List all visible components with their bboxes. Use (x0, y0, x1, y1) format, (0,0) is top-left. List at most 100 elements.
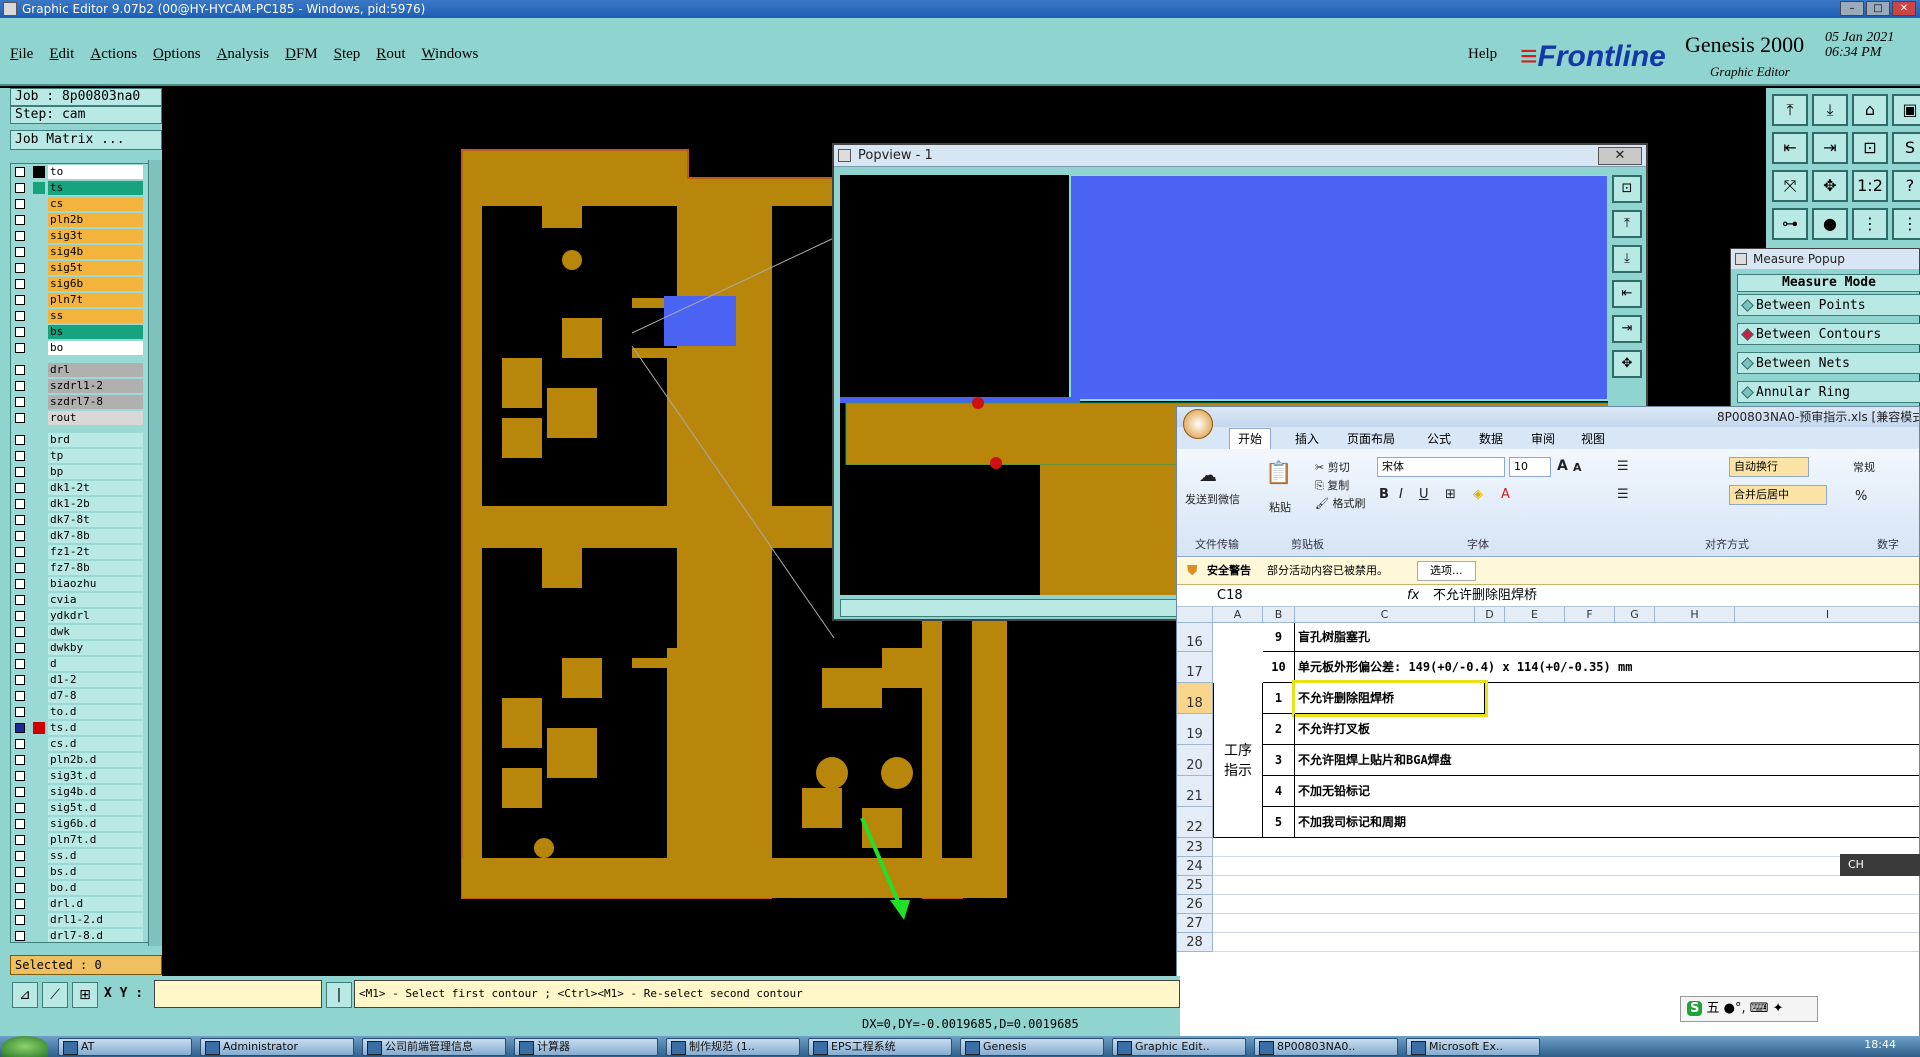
layer-row-cs.d[interactable]: cs.d (11, 736, 151, 752)
layer-row-pln7t.d[interactable]: pln7t.d (11, 832, 151, 848)
fx-icon[interactable]: fx (1407, 585, 1419, 607)
popview-zoom-icon[interactable]: ⊡ (1612, 175, 1642, 203)
layer-checkbox[interactable] (15, 279, 25, 289)
layer-checkbox[interactable] (15, 547, 25, 557)
column-header[interactable]: D (1475, 607, 1505, 623)
layer-checkbox[interactable] (15, 771, 25, 781)
row-header[interactable]: 17 (1177, 652, 1213, 683)
menu-actions[interactable]: Actions (90, 46, 137, 63)
snap-icon[interactable]: S (1892, 132, 1920, 164)
layer-checkbox[interactable] (15, 915, 25, 925)
layer-checkbox[interactable] (15, 563, 25, 573)
layer-row-rout[interactable]: rout (11, 410, 151, 426)
layer-checkbox[interactable] (15, 295, 25, 305)
cell-number[interactable]: 9 (1263, 623, 1295, 652)
zoom-fit-icon[interactable]: ⤧ (1772, 170, 1808, 202)
row-header[interactable]: 16 (1177, 623, 1213, 652)
empty-row[interactable] (1213, 857, 1919, 876)
cell-number[interactable]: 10 (1263, 652, 1295, 683)
tab-formulas[interactable]: 公式 (1427, 430, 1451, 447)
layer-checkbox[interactable] (15, 365, 25, 375)
tab-view[interactable]: 视图 (1581, 430, 1605, 447)
paste-button[interactable]: 粘贴 (1269, 499, 1291, 515)
layer-checkbox[interactable] (15, 263, 25, 273)
menu-edit[interactable]: Edit (49, 46, 74, 63)
taskbar-item[interactable]: Microsoft Ex.. (1406, 1038, 1540, 1056)
taskbar-item[interactable]: 计算器 (514, 1038, 658, 1056)
column-header[interactable]: A (1213, 607, 1263, 623)
number-format-select[interactable]: 常规 (1853, 459, 1875, 475)
minimize-button[interactable]: – (1840, 1, 1864, 16)
layer-row-sig4b[interactable]: sig4b (11, 244, 151, 260)
menu-rout[interactable]: Rout (376, 46, 405, 63)
row-header[interactable]: 22 (1177, 807, 1213, 838)
row-header[interactable]: 19 (1177, 714, 1213, 745)
merged-label-cell[interactable]: 工序 指示 (1213, 683, 1263, 838)
layer-row-dk7-8t[interactable]: dk7-8t (11, 512, 151, 528)
popview-right-icon[interactable]: ⇥ (1612, 315, 1642, 343)
layer-row-ydkdrl[interactable]: ydkdrl (11, 608, 151, 624)
percent-icon[interactable]: % (1855, 489, 1867, 504)
help-icon[interactable]: ? (1892, 170, 1920, 202)
formula-input[interactable]: 不允许删除阻焊桥 (1433, 585, 1537, 607)
merge-center-button[interactable]: 合并后居中 (1729, 485, 1827, 505)
pan-icon[interactable]: ✥ (1812, 170, 1848, 202)
layer-row-ts[interactable]: ts (11, 180, 151, 196)
taskbar-item[interactable]: EPS工程系统 (808, 1038, 952, 1056)
fit-icon[interactable]: ⊡ (1852, 132, 1888, 164)
paste-icon[interactable]: 📋 (1265, 461, 1292, 486)
borders-icon[interactable]: ⊞ (1445, 487, 1456, 502)
measure-option-between-nets[interactable]: Between Nets (1737, 352, 1920, 374)
layer-checkbox[interactable] (15, 381, 25, 391)
shrink-font-button[interactable]: A (1573, 461, 1582, 474)
cell-text[interactable]: 不允许打叉板 (1295, 714, 1919, 745)
row-header[interactable]: 21 (1177, 776, 1213, 807)
layer-checkbox[interactable] (15, 199, 25, 209)
underline-button[interactable]: U (1419, 487, 1429, 502)
italic-button[interactable]: I (1399, 487, 1403, 502)
layer-checkbox[interactable] (15, 499, 25, 509)
popview-down-icon[interactable]: ⤓ (1612, 245, 1642, 273)
menu-file[interactable]: File (10, 46, 33, 63)
layer-checkbox[interactable] (15, 739, 25, 749)
cell-text[interactable]: 不允许阻焊上贴片和BGA焊盘 (1295, 745, 1919, 776)
layer-checkbox[interactable] (15, 931, 25, 941)
layer-checkbox[interactable] (15, 819, 25, 829)
layer-checkbox[interactable] (15, 755, 25, 765)
zoom-home-icon[interactable]: ⤒ (1772, 94, 1808, 126)
layer-checkbox[interactable] (15, 467, 25, 477)
layer-row-dwk[interactable]: dwk (11, 624, 151, 640)
layer-row-sig4b.d[interactable]: sig4b.d (11, 784, 151, 800)
ring-icon[interactable]: ⋮ (1892, 208, 1920, 240)
layer-checkbox[interactable] (15, 883, 25, 893)
panel-icon[interactable]: ▣ (1892, 94, 1920, 126)
layer-checkbox[interactable] (15, 595, 25, 605)
menu-analysis[interactable]: Analysis (217, 46, 270, 63)
close-button[interactable]: ✕ (1892, 1, 1916, 16)
layer-checkbox[interactable] (15, 787, 25, 797)
layer-row-tp[interactable]: tp (11, 448, 151, 464)
popview-close-button[interactable]: ✕ (1598, 147, 1642, 165)
layer-checkbox[interactable] (15, 343, 25, 353)
layer-checkbox[interactable] (15, 643, 25, 653)
layer-checkbox[interactable] (15, 231, 25, 241)
layer-checkbox[interactable] (15, 627, 25, 637)
column-header[interactable]: I (1735, 607, 1919, 623)
tab-insert[interactable]: 插入 (1295, 430, 1319, 447)
taskbar-item[interactable]: 公司前端管理信息 (362, 1038, 506, 1056)
cell-text[interactable]: 单元板外形偏公差: 149(+0/-0.4) x 114(+0/-0.35) m… (1295, 652, 1919, 683)
layer-row-sig6b[interactable]: sig6b (11, 276, 151, 292)
popview-left-icon[interactable]: ⇤ (1612, 280, 1642, 308)
layer-checkbox[interactable] (15, 531, 25, 541)
cell-text[interactable]: 不允许删除阻焊桥 (1292, 680, 1488, 717)
row-header[interactable]: 23 (1177, 838, 1213, 857)
menu-help[interactable]: Help (1468, 46, 1497, 63)
taskbar-item[interactable]: Genesis (960, 1038, 1104, 1056)
security-options-button[interactable]: 选项... (1417, 561, 1476, 581)
office-button[interactable] (1183, 409, 1213, 439)
cell-number[interactable]: 3 (1263, 745, 1295, 776)
layer-row-d[interactable]: d (11, 656, 151, 672)
layer-row-sig3t.d[interactable]: sig3t.d (11, 768, 151, 784)
layer-row-bs.d[interactable]: bs.d (11, 864, 151, 880)
layer-row-sig6b.d[interactable]: sig6b.d (11, 816, 151, 832)
